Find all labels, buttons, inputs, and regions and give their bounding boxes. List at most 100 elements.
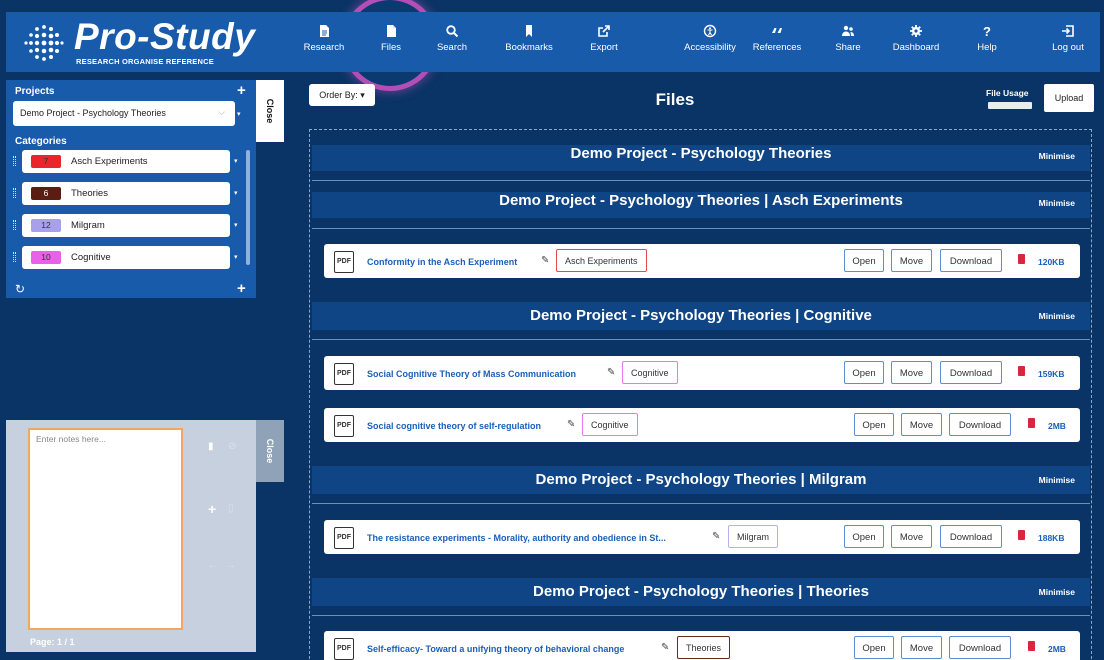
- brand-title: Pro-Study: [74, 16, 256, 57]
- edit-pencil-icon[interactable]: ✎: [567, 419, 575, 430]
- divider: [312, 615, 1090, 616]
- chevron-down-icon: ⌵: [218, 107, 225, 117]
- refresh-icon[interactable]: ↻: [15, 282, 25, 296]
- move-button[interactable]: Move: [901, 413, 942, 436]
- open-button[interactable]: Open: [844, 249, 884, 272]
- drag-handle-icon[interactable]: [13, 252, 16, 262]
- nav-share[interactable]: Share: [828, 12, 868, 72]
- drag-handle-icon[interactable]: [13, 188, 16, 198]
- nav-label: Dashboard: [892, 42, 940, 53]
- nav-logout[interactable]: Log out: [1045, 12, 1091, 72]
- minimise-button[interactable]: Minimise: [1039, 151, 1075, 161]
- add-project-plus-icon[interactable]: +: [237, 83, 246, 98]
- file-size: 159KB: [1038, 369, 1065, 379]
- file-size: 2MB: [1048, 644, 1066, 654]
- category-item[interactable]: 12 Milgram: [22, 214, 230, 237]
- move-button[interactable]: Move: [891, 249, 932, 272]
- category-heading-text: Demo Project - Psychology Theories | The…: [533, 583, 869, 600]
- open-button[interactable]: Open: [854, 413, 894, 436]
- nav-dashboard[interactable]: Dashboard: [886, 12, 946, 72]
- close-label: Close: [265, 438, 275, 464]
- move-button[interactable]: Move: [891, 361, 932, 384]
- arrow-right-icon[interactable]: →: [226, 560, 236, 571]
- file-name-link[interactable]: Conformity in the Asch Experiment: [367, 257, 517, 267]
- category-name: Cognitive: [71, 252, 111, 263]
- open-button[interactable]: Open: [854, 636, 894, 659]
- category-item[interactable]: 7 Asch Experiments: [22, 150, 230, 173]
- trash-icon[interactable]: [1028, 641, 1035, 651]
- users-icon: [842, 25, 854, 36]
- trash-icon[interactable]: [1028, 418, 1035, 428]
- close-notes-tab[interactable]: Close: [256, 420, 284, 482]
- category-caret-icon[interactable]: ▾: [234, 253, 238, 261]
- file-usage-label: File Usage: [986, 88, 1029, 98]
- research-icon: [320, 25, 329, 37]
- trash-icon[interactable]: [1018, 366, 1025, 376]
- category-item[interactable]: 6 Theories: [22, 182, 230, 205]
- minimise-button[interactable]: Minimise: [1039, 587, 1075, 597]
- trash-icon[interactable]: ▯: [228, 503, 234, 514]
- category-item[interactable]: 10 Cognitive: [22, 246, 230, 269]
- chevron-down-icon: ▾: [357, 90, 365, 100]
- logout-icon: [1062, 25, 1074, 37]
- nav-search[interactable]: Search: [427, 12, 477, 72]
- file-name-link[interactable]: Social Cognitive Theory of Mass Communic…: [367, 369, 576, 379]
- order-by-dropdown[interactable]: Order By: ▾: [309, 84, 375, 106]
- minimise-button[interactable]: Minimise: [1039, 311, 1075, 321]
- order-by-label: Order By:: [319, 90, 358, 100]
- category-count-badge: 10: [31, 251, 61, 264]
- edit-pencil-icon[interactable]: ✎: [712, 531, 720, 542]
- file-size: 2MB: [1048, 421, 1066, 431]
- categories-scrollbar[interactable]: [246, 150, 250, 265]
- accessibility-icon: [703, 24, 717, 38]
- drag-handle-icon[interactable]: [13, 220, 16, 230]
- add-note-plus-icon[interactable]: +: [208, 501, 216, 517]
- trash-icon[interactable]: [1018, 530, 1025, 540]
- edit-pencil-icon[interactable]: ✎: [541, 255, 549, 266]
- project-heading: Demo Project - Psychology Theories Minim…: [312, 145, 1090, 171]
- category-caret-icon[interactable]: ▾: [234, 157, 238, 165]
- nav-accessibility[interactable]: Accessibility: [676, 12, 744, 72]
- nav-export[interactable]: Export: [584, 12, 624, 72]
- notes-textarea[interactable]: Enter notes here...: [28, 428, 183, 630]
- disabled-icon[interactable]: ⊘: [228, 441, 236, 452]
- open-button[interactable]: Open: [844, 525, 884, 548]
- open-button[interactable]: Open: [844, 361, 884, 384]
- trash-icon[interactable]: [1018, 254, 1025, 264]
- bookmark-icon[interactable]: ▮: [208, 441, 214, 452]
- nav-bookmarks[interactable]: Bookmarks: [501, 12, 557, 72]
- nav-references[interactable]: References: [742, 12, 812, 72]
- download-button[interactable]: Download: [940, 249, 1002, 272]
- download-button[interactable]: Download: [940, 525, 1002, 548]
- nav-help[interactable]: ? Help: [968, 12, 1006, 72]
- file-name-link[interactable]: Social cognitive theory of self-regulati…: [367, 421, 541, 431]
- minimise-button[interactable]: Minimise: [1039, 475, 1075, 485]
- edit-pencil-icon[interactable]: ✎: [661, 642, 669, 653]
- minimise-button[interactable]: Minimise: [1039, 198, 1075, 208]
- file-name-link[interactable]: The resistance experiments - Morality, a…: [367, 533, 666, 543]
- project-select[interactable]: Demo Project - Psychology Theories ⌵: [13, 101, 235, 126]
- edit-pencil-icon[interactable]: ✎: [607, 367, 615, 378]
- pdf-icon: PDF: [334, 415, 354, 437]
- project-caret-icon[interactable]: ▾: [237, 110, 241, 118]
- arrow-left-icon[interactable]: ←: [208, 560, 218, 571]
- nav-research[interactable]: Research: [298, 12, 350, 72]
- drag-handle-icon[interactable]: [13, 156, 16, 166]
- move-button[interactable]: Move: [901, 636, 942, 659]
- brand-subtitle: RESEARCH ORGANISE REFERENCE: [76, 57, 214, 66]
- nav-label: Share: [835, 42, 861, 53]
- category-heading: Demo Project - Psychology Theories | Cog…: [312, 302, 1090, 330]
- close-projects-tab[interactable]: Close: [256, 80, 284, 142]
- add-category-plus-icon[interactable]: +: [237, 281, 246, 296]
- download-button[interactable]: Download: [949, 636, 1011, 659]
- notes-placeholder: Enter notes here...: [36, 434, 106, 444]
- category-caret-icon[interactable]: ▾: [234, 189, 238, 197]
- upload-button[interactable]: Upload: [1044, 84, 1094, 112]
- nav-files[interactable]: Files: [365, 12, 417, 72]
- download-button[interactable]: Download: [940, 361, 1002, 384]
- export-icon: [598, 25, 610, 37]
- file-name-link[interactable]: Self-efficacy- Toward a unifying theory …: [367, 644, 624, 654]
- move-button[interactable]: Move: [891, 525, 932, 548]
- category-caret-icon[interactable]: ▾: [234, 221, 238, 229]
- download-button[interactable]: Download: [949, 413, 1011, 436]
